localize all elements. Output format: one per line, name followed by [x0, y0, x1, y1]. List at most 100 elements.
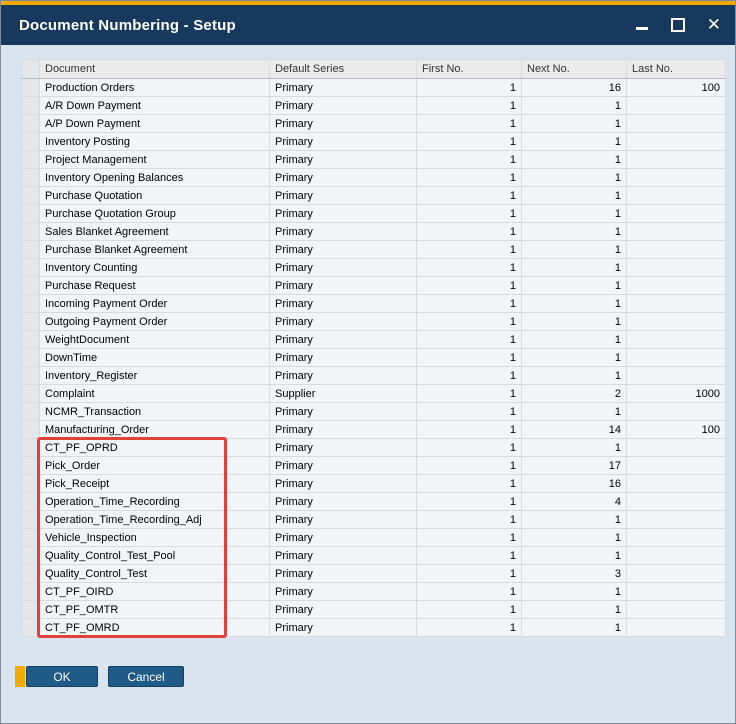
- row-selector[interactable]: [21, 582, 40, 601]
- cell-first-no[interactable]: 1: [416, 384, 522, 403]
- cell-last-no[interactable]: [626, 168, 726, 187]
- cell-last-no[interactable]: [626, 294, 726, 313]
- cell-next-no[interactable]: 16: [521, 78, 627, 97]
- row-selector[interactable]: [21, 474, 40, 493]
- row-selector[interactable]: [21, 294, 40, 313]
- cell-default-series[interactable]: Supplier: [269, 384, 417, 403]
- cell-next-no[interactable]: 17: [521, 456, 627, 475]
- cell-last-no[interactable]: 1000: [626, 384, 726, 403]
- cell-next-no[interactable]: 1: [521, 240, 627, 259]
- row-selector[interactable]: [21, 564, 40, 583]
- row-selector[interactable]: [21, 204, 40, 223]
- cell-default-series[interactable]: Primary: [269, 312, 417, 331]
- cell-first-no[interactable]: 1: [416, 240, 522, 259]
- cell-last-no[interactable]: [626, 186, 726, 205]
- cell-default-series[interactable]: Primary: [269, 240, 417, 259]
- cell-first-no[interactable]: 1: [416, 96, 522, 115]
- cell-next-no[interactable]: 1: [521, 294, 627, 313]
- cell-first-no[interactable]: 1: [416, 78, 522, 97]
- ok-button[interactable]: OK: [26, 666, 98, 687]
- cell-default-series[interactable]: Primary: [269, 78, 417, 97]
- titlebar[interactable]: Document Numbering - Setup ✕: [1, 5, 735, 45]
- cell-next-no[interactable]: 1: [521, 222, 627, 241]
- cell-next-no[interactable]: 1: [521, 330, 627, 349]
- maximize-icon[interactable]: [670, 18, 685, 32]
- cell-first-no[interactable]: 1: [416, 456, 522, 475]
- cancel-button[interactable]: Cancel: [108, 666, 184, 687]
- row-selector[interactable]: [21, 330, 40, 349]
- cell-default-series[interactable]: Primary: [269, 402, 417, 421]
- cell-next-no[interactable]: 1: [521, 132, 627, 151]
- row-selector[interactable]: [21, 510, 40, 529]
- cell-last-no[interactable]: [626, 348, 726, 367]
- cell-next-no[interactable]: 1: [521, 276, 627, 295]
- cell-first-no[interactable]: 1: [416, 168, 522, 187]
- cell-last-no[interactable]: [626, 582, 726, 601]
- cell-default-series[interactable]: Primary: [269, 276, 417, 295]
- cell-last-no[interactable]: [626, 546, 726, 565]
- row-selector[interactable]: [21, 114, 40, 133]
- cell-first-no[interactable]: 1: [416, 546, 522, 565]
- row-selector[interactable]: [21, 312, 40, 331]
- cell-default-series[interactable]: Primary: [269, 204, 417, 223]
- cell-next-no[interactable]: 1: [521, 348, 627, 367]
- cell-default-series[interactable]: Primary: [269, 186, 417, 205]
- row-selector[interactable]: [21, 258, 40, 277]
- cell-last-no[interactable]: [626, 150, 726, 169]
- cell-last-no[interactable]: [626, 618, 726, 637]
- cell-last-no[interactable]: [626, 492, 726, 511]
- row-selector[interactable]: [21, 78, 40, 97]
- cell-last-no[interactable]: [626, 456, 726, 475]
- cell-default-series[interactable]: Primary: [269, 366, 417, 385]
- cell-default-series[interactable]: Primary: [269, 582, 417, 601]
- cell-default-series[interactable]: Primary: [269, 132, 417, 151]
- row-selector[interactable]: [21, 420, 40, 439]
- cell-last-no[interactable]: [626, 402, 726, 421]
- cell-next-no[interactable]: 1: [521, 258, 627, 277]
- cell-default-series[interactable]: Primary: [269, 564, 417, 583]
- row-selector[interactable]: [21, 366, 40, 385]
- cell-next-no[interactable]: 1: [521, 438, 627, 457]
- cell-first-no[interactable]: 1: [416, 438, 522, 457]
- cell-first-no[interactable]: 1: [416, 258, 522, 277]
- row-selector[interactable]: [21, 222, 40, 241]
- cell-default-series[interactable]: Primary: [269, 168, 417, 187]
- cell-first-no[interactable]: 1: [416, 492, 522, 511]
- close-icon[interactable]: ✕: [707, 16, 721, 33]
- row-selector[interactable]: [21, 618, 40, 637]
- cell-last-no[interactable]: 100: [626, 420, 726, 439]
- cell-first-no[interactable]: 1: [416, 600, 522, 619]
- cell-default-series[interactable]: Primary: [269, 150, 417, 169]
- cell-default-series[interactable]: Primary: [269, 474, 417, 493]
- cell-default-series[interactable]: Primary: [269, 600, 417, 619]
- row-selector[interactable]: [21, 150, 40, 169]
- cell-first-no[interactable]: 1: [416, 150, 522, 169]
- row-selector[interactable]: [21, 492, 40, 511]
- cell-next-no[interactable]: 1: [521, 546, 627, 565]
- cell-default-series[interactable]: Primary: [269, 96, 417, 115]
- cell-first-no[interactable]: 1: [416, 114, 522, 133]
- row-selector[interactable]: [21, 402, 40, 421]
- cell-first-no[interactable]: 1: [416, 474, 522, 493]
- cell-next-no[interactable]: 1: [521, 600, 627, 619]
- cell-first-no[interactable]: 1: [416, 186, 522, 205]
- cell-next-no[interactable]: 3: [521, 564, 627, 583]
- cell-last-no[interactable]: [626, 438, 726, 457]
- cell-last-no[interactable]: [626, 564, 726, 583]
- cell-last-no[interactable]: [626, 474, 726, 493]
- cell-last-no[interactable]: [626, 276, 726, 295]
- cell-default-series[interactable]: Primary: [269, 492, 417, 511]
- cell-last-no[interactable]: [626, 312, 726, 331]
- cell-first-no[interactable]: 1: [416, 402, 522, 421]
- cell-next-no[interactable]: 14: [521, 420, 627, 439]
- cell-next-no[interactable]: 1: [521, 618, 627, 637]
- cell-last-no[interactable]: [626, 132, 726, 151]
- cell-last-no[interactable]: [626, 240, 726, 259]
- cell-first-no[interactable]: 1: [416, 420, 522, 439]
- cell-first-no[interactable]: 1: [416, 204, 522, 223]
- cell-default-series[interactable]: Primary: [269, 528, 417, 547]
- cell-first-no[interactable]: 1: [416, 132, 522, 151]
- cell-last-no[interactable]: [626, 258, 726, 277]
- cell-next-no[interactable]: 1: [521, 366, 627, 385]
- cell-last-no[interactable]: [626, 528, 726, 547]
